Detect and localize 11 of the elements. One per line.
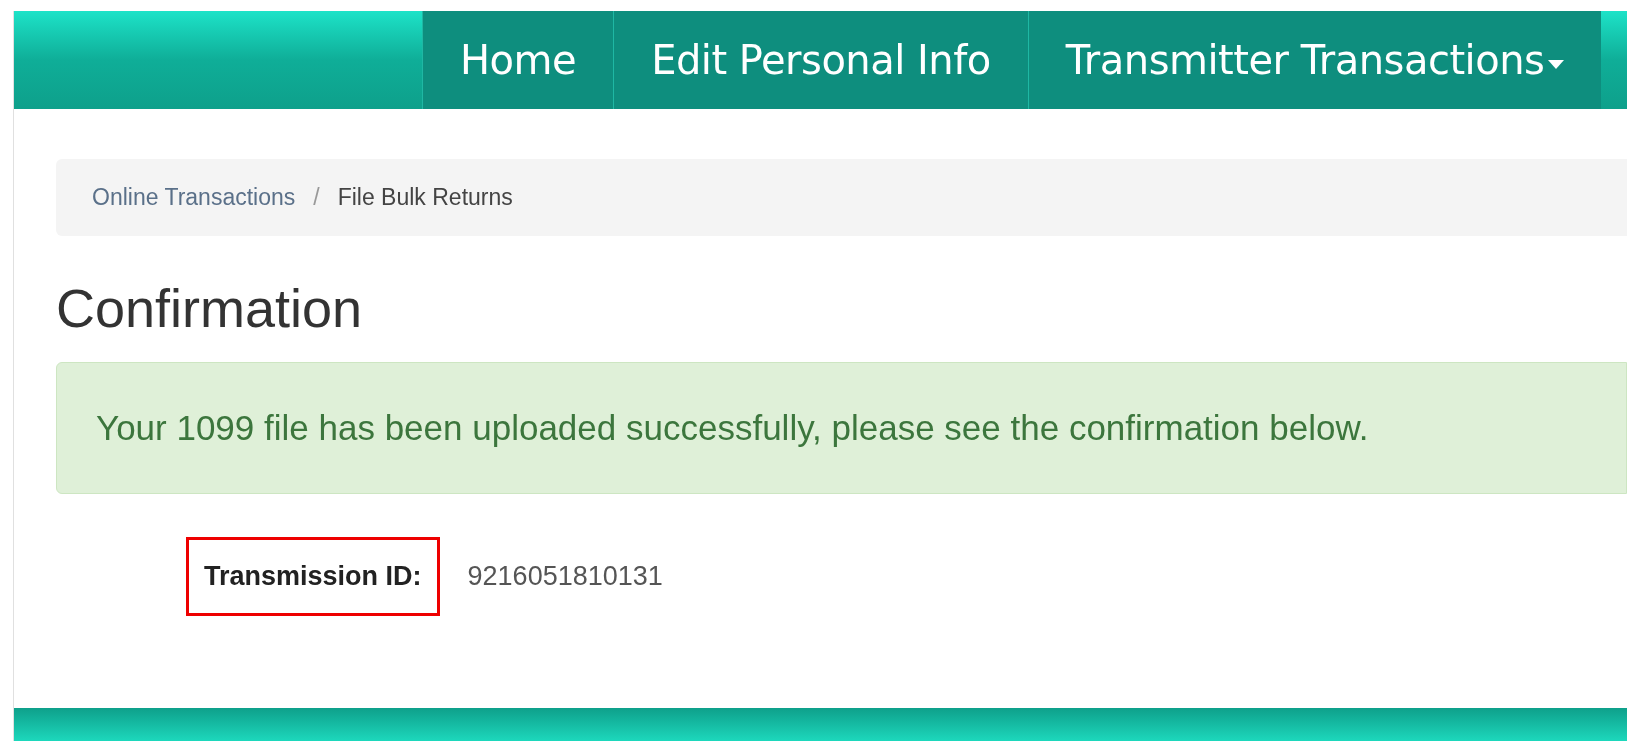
field-label: Transmission ID: [186, 537, 440, 616]
nav-dropdown[interactable]: Transmitter Transactions [1027, 11, 1602, 109]
breadcrumb-current: File Bulk Returns [337, 183, 513, 213]
page-heading: Confirmation [56, 281, 364, 335]
breadcrumb-separator: / [313, 183, 320, 213]
nav-link[interactable]: Home [422, 11, 614, 109]
field-value: 9216051810131 [467, 560, 663, 593]
nav-link[interactable]: Edit Personal Info [613, 11, 1028, 109]
success-alert: Your 1099 file has been uploaded successfully, please see the confirmation below. [56, 362, 1627, 494]
breadcrumb-link[interactable]: Online Transactions [92, 180, 296, 215]
caret-icon [1548, 59, 1565, 69]
